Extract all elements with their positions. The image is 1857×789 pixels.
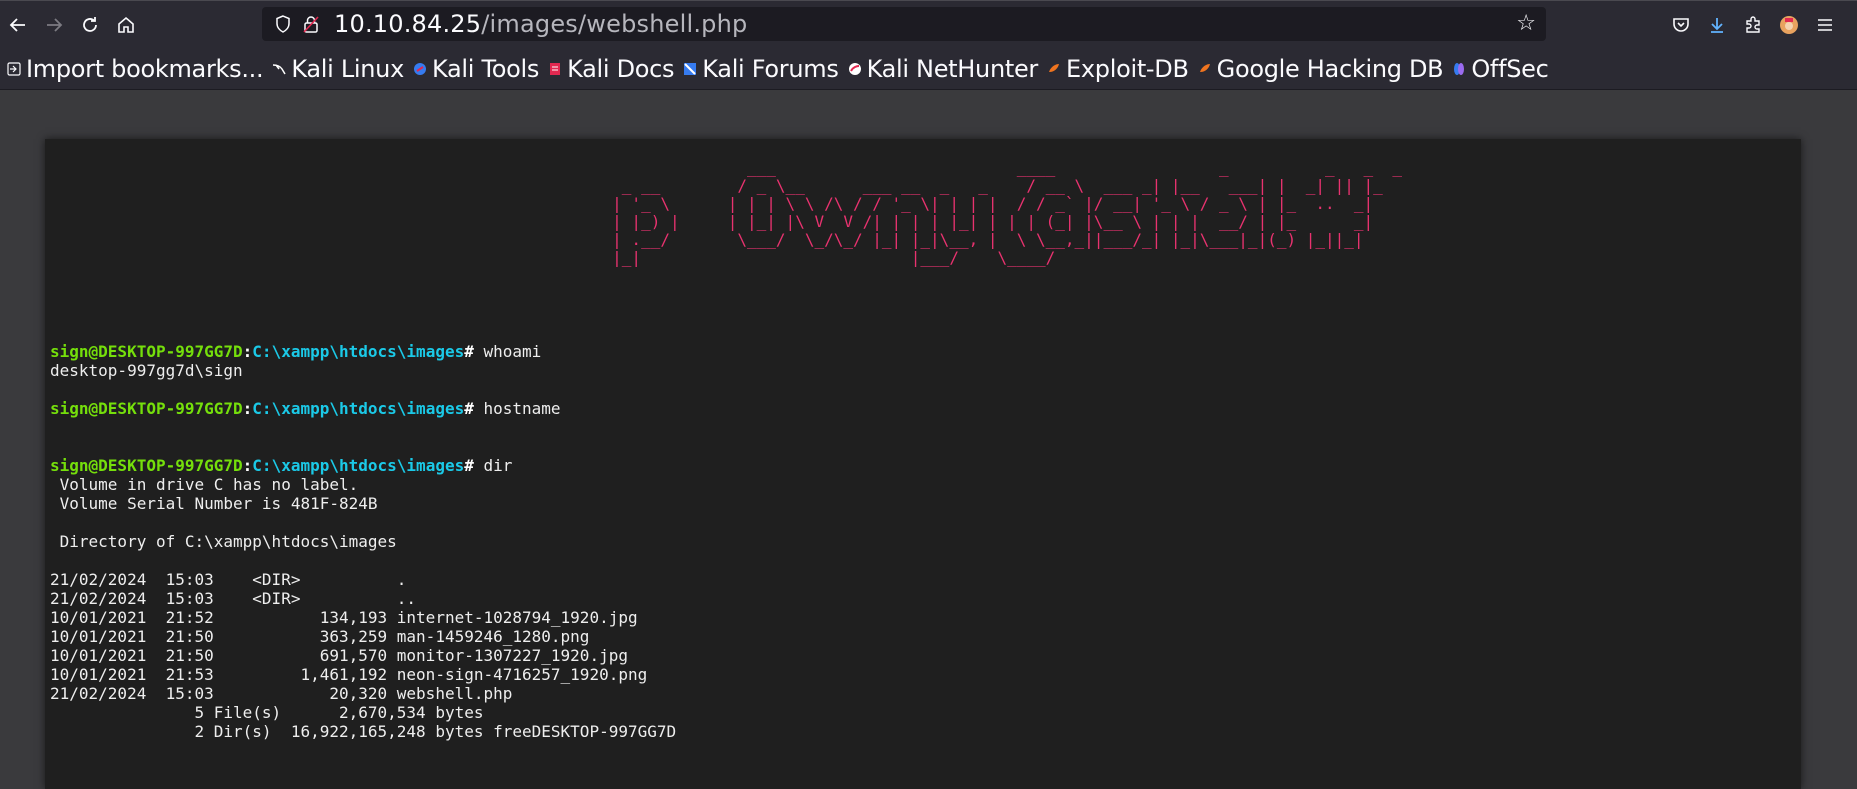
ascii-banner: ___ ____ _ _ _ _ _ __ / _ \__ ___ __ _ _… — [612, 158, 1403, 267]
puzzle-icon — [1746, 16, 1760, 33]
prompt-symbol: # — [464, 399, 484, 418]
insecure-lock-icon[interactable] — [302, 15, 320, 33]
nethunter-icon — [847, 61, 863, 77]
bookmark-kali-forums[interactable]: Kali Forums — [682, 54, 839, 83]
bookmark-label: Kali Forums — [702, 54, 839, 83]
output-line: 2 Dir(s) 16,922,165,248 bytes freeDESKTO… — [50, 722, 677, 741]
bookmark-star-icon[interactable]: ☆ — [1516, 11, 1536, 36]
command-text: hostname — [483, 399, 561, 418]
prompt-user: sign@DESKTOP-997GG7D — [50, 399, 243, 418]
bookmark-google-hacking-db[interactable]: Google Hacking DB — [1197, 55, 1444, 83]
bookmark-label: Kali Docs — [567, 54, 675, 83]
exploit-db-icon — [1046, 61, 1062, 77]
bookmark-offsec[interactable]: OffSec — [1451, 54, 1549, 83]
bookmark-label: Kali Linux — [291, 54, 404, 83]
bookmark-kali-docs[interactable]: Kali Docs — [547, 54, 675, 83]
downloads-button[interactable] — [1702, 9, 1732, 41]
url-text[interactable]: 10.10.84.25/images/webshell.php — [334, 10, 747, 38]
bookmark-import[interactable]: Import bookmarks... — [6, 54, 264, 83]
prompt-path: C:\xampp\htdocs\images — [252, 342, 465, 361]
page-content: ___ ____ _ _ _ _ _ __ / _ \__ ___ __ _ _… — [0, 90, 1857, 789]
extensions-button[interactable] — [1738, 9, 1768, 41]
bookmark-label: Exploit-DB — [1066, 54, 1189, 83]
bookmark-kali-tools[interactable]: Kali Tools — [412, 55, 539, 83]
browser-toolbar: 10.10.84.25/images/webshell.php ☆ — [0, 0, 1857, 48]
command-text: dir — [483, 456, 513, 475]
output-line: 21/02/2024 15:03 <DIR> . — [50, 570, 407, 589]
webshell-terminal[interactable]: ___ ____ _ _ _ _ _ __ / _ \__ ___ __ _ _… — [45, 139, 1801, 789]
bookmark-exploit-db[interactable]: Exploit-DB — [1046, 55, 1189, 83]
command-text: whoami — [483, 342, 542, 361]
reload-icon — [83, 16, 97, 32]
url-path: /images/webshell.php — [481, 10, 748, 38]
pocket-button[interactable] — [1666, 9, 1696, 41]
ghdb-icon — [1197, 61, 1213, 77]
pocket-icon — [1673, 18, 1689, 32]
prompt-symbol: # — [464, 342, 484, 361]
prompt-separator: : — [242, 399, 253, 418]
url-bar[interactable]: 10.10.84.25/images/webshell.php ☆ — [262, 7, 1546, 41]
home-icon — [118, 16, 134, 33]
toolbar-right-icons — [1666, 9, 1840, 41]
tracking-protection-icon[interactable] — [272, 15, 294, 33]
output-line: 10/01/2021 21:50 691,570 monitor-1307227… — [50, 646, 628, 665]
prompt-user: sign@DESKTOP-997GG7D — [50, 456, 243, 475]
bookmark-label: Google Hacking DB — [1216, 54, 1444, 83]
shell-output: sign@DESKTOP-997GG7D:C:\xampp\htdocs\ima… — [50, 342, 676, 741]
back-button[interactable] — [0, 7, 36, 43]
bookmark-kali-nethunter[interactable]: Kali NetHunter — [847, 55, 1038, 83]
prompt-line: sign@DESKTOP-997GG7D:C:\xampp\htdocs\ima… — [50, 399, 676, 418]
prompt-line: sign@DESKTOP-997GG7D:C:\xampp\htdocs\ima… — [50, 342, 676, 361]
kali-docs-icon — [547, 61, 563, 77]
forward-button[interactable] — [36, 7, 72, 43]
bookmark-kali-linux[interactable]: Kali Linux — [271, 55, 404, 83]
output-line: 10/01/2021 21:50 363,259 man-1459246_128… — [50, 627, 590, 646]
output-line: 21/02/2024 15:03 <DIR> .. — [50, 589, 417, 608]
prompt-path: C:\xampp\htdocs\images — [252, 399, 465, 418]
profile-button[interactable] — [1774, 9, 1804, 41]
avatar-icon — [1780, 16, 1798, 34]
home-button[interactable] — [108, 7, 144, 43]
arrow-left-icon — [9, 17, 25, 32]
output-line: Volume Serial Number is 481F-824B — [50, 494, 378, 513]
output-line: 5 File(s) 2,670,534 bytes — [50, 703, 484, 722]
import-icon — [6, 61, 22, 77]
output-line: Volume in drive C has no label. — [50, 475, 359, 494]
kali-dragon-icon — [271, 61, 287, 77]
reload-button[interactable] — [72, 7, 108, 43]
app-menu-button[interactable] — [1810, 9, 1840, 41]
prompt-symbol: # — [464, 456, 484, 475]
output-line: Directory of C:\xampp\htdocs\images — [50, 532, 397, 551]
prompt-separator: : — [242, 456, 253, 475]
hamburger-menu-icon — [1818, 19, 1832, 31]
output-line: 10/01/2021 21:52 134,193 internet-102879… — [50, 608, 638, 627]
bookmark-label: Import bookmarks... — [26, 54, 264, 83]
prompt-path: C:\xampp\htdocs\images — [252, 456, 465, 475]
prompt-user: sign@DESKTOP-997GG7D — [50, 342, 243, 361]
bookmark-label: Kali Tools — [431, 54, 540, 83]
download-icon — [1711, 18, 1723, 33]
kali-tools-icon — [412, 61, 428, 77]
output-line: 10/01/2021 21:53 1,461,192 neon-sign-471… — [50, 665, 648, 684]
prompt-line: sign@DESKTOP-997GG7D:C:\xampp\htdocs\ima… — [50, 456, 676, 475]
prompt-separator: : — [242, 342, 253, 361]
bookmark-label: OffSec — [1471, 54, 1549, 83]
bookmark-label: Kali NetHunter — [866, 54, 1039, 83]
arrow-right-icon — [47, 17, 63, 32]
url-host: 10.10.84.25 — [334, 10, 482, 38]
offsec-icon — [1451, 61, 1467, 77]
output-line: desktop-997gg7d\sign — [50, 361, 243, 380]
output-line: 21/02/2024 15:03 20,320 webshell.php — [50, 684, 513, 703]
bookmarks-toolbar: Import bookmarks... Kali Linux Kali Tool… — [0, 48, 1857, 90]
kali-forums-icon — [682, 61, 698, 77]
